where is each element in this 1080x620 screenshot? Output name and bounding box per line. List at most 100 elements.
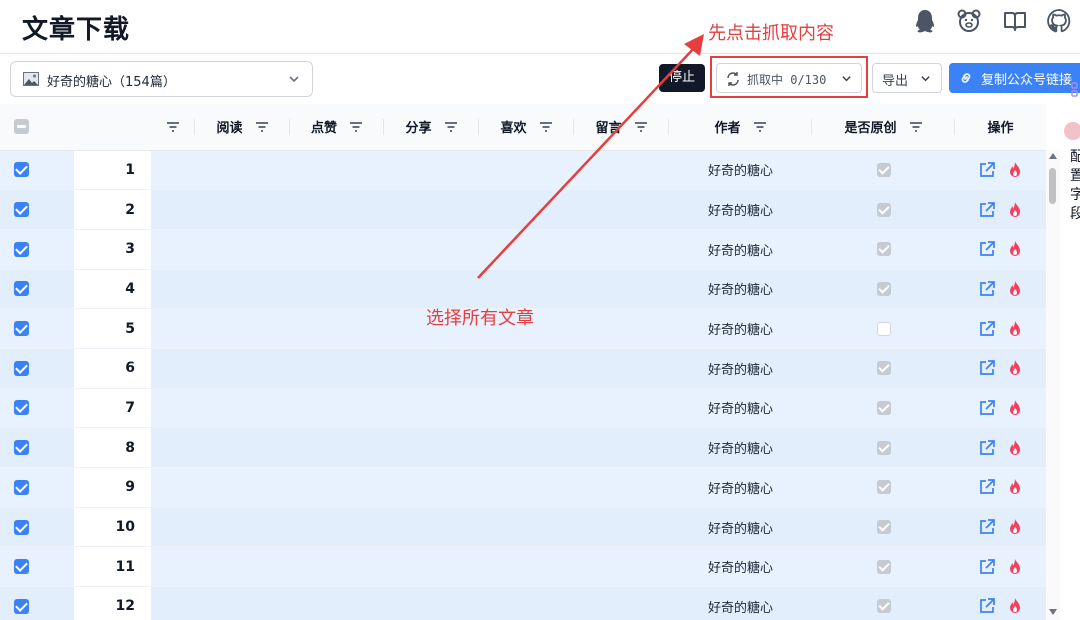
original-checkbox bbox=[876, 400, 891, 415]
comments-cell bbox=[574, 229, 669, 270]
title-cell bbox=[151, 348, 195, 389]
fire-icon[interactable] bbox=[1006, 597, 1024, 615]
account-select[interactable]: 好奇的糖心（154篇） bbox=[10, 61, 313, 97]
table-row[interactable]: 6 好奇的糖心 bbox=[0, 348, 1046, 389]
github-icon[interactable] bbox=[1046, 8, 1072, 34]
bear-icon[interactable] bbox=[956, 8, 982, 34]
external-link-icon[interactable] bbox=[978, 320, 996, 338]
external-link-icon[interactable] bbox=[978, 359, 996, 377]
external-link-icon[interactable] bbox=[978, 280, 996, 298]
table-row[interactable]: 12 好奇的糖心 bbox=[0, 586, 1046, 620]
column-header-comments: 留言 bbox=[574, 104, 669, 151]
row-select-cell bbox=[0, 388, 74, 429]
fire-icon[interactable] bbox=[1006, 478, 1024, 496]
row-checkbox[interactable] bbox=[14, 479, 29, 495]
author-cell: 好奇的糖心 bbox=[669, 388, 812, 429]
filter-icon[interactable] bbox=[753, 121, 767, 133]
filter-icon[interactable] bbox=[634, 121, 648, 133]
likes-cell bbox=[290, 269, 384, 310]
export-dropdown[interactable]: 导出 bbox=[872, 63, 942, 93]
scroll-up-arrow[interactable] bbox=[1049, 153, 1057, 159]
external-link-icon[interactable] bbox=[978, 161, 996, 179]
config-icon[interactable] bbox=[1064, 122, 1080, 140]
table-row[interactable]: 8 好奇的糖心 bbox=[0, 427, 1046, 468]
row-checkbox[interactable] bbox=[14, 321, 29, 337]
select-all-checkbox[interactable] bbox=[14, 119, 29, 135]
table-row[interactable]: 4 好奇的糖心 bbox=[0, 269, 1046, 310]
grid-icon[interactable] bbox=[1066, 82, 1080, 98]
original-cell bbox=[812, 467, 955, 508]
author-cell: 好奇的糖心 bbox=[669, 467, 812, 508]
row-checkbox[interactable] bbox=[14, 202, 29, 218]
table-row[interactable]: 11 好奇的糖心 bbox=[0, 546, 1046, 588]
table-row[interactable]: 7 好奇的糖心 bbox=[0, 388, 1046, 429]
filter-icon[interactable] bbox=[539, 121, 553, 133]
favorites-cell bbox=[479, 586, 574, 620]
row-checkbox[interactable] bbox=[14, 241, 29, 257]
external-link-icon[interactable] bbox=[978, 558, 996, 576]
scroll-thumb[interactable] bbox=[1049, 168, 1056, 204]
fire-icon[interactable] bbox=[1006, 320, 1024, 338]
author-cell: 好奇的糖心 bbox=[669, 546, 812, 588]
fire-icon[interactable] bbox=[1006, 399, 1024, 417]
fire-icon[interactable] bbox=[1006, 558, 1024, 576]
row-index: 6 bbox=[74, 348, 151, 389]
stop-button[interactable]: 停止 bbox=[659, 64, 705, 92]
fire-icon[interactable] bbox=[1006, 240, 1024, 258]
fire-icon[interactable] bbox=[1006, 518, 1024, 536]
fire-icon[interactable] bbox=[1006, 280, 1024, 298]
filter-icon[interactable] bbox=[444, 121, 458, 133]
row-index: 8 bbox=[74, 427, 151, 468]
fire-icon[interactable] bbox=[1006, 161, 1024, 179]
reads-cell bbox=[195, 586, 290, 620]
likes-cell bbox=[290, 586, 384, 620]
reads-cell bbox=[195, 388, 290, 429]
external-link-icon[interactable] bbox=[978, 597, 996, 615]
external-link-icon[interactable] bbox=[978, 439, 996, 457]
table-row[interactable]: 2 好奇的糖心 bbox=[0, 189, 1046, 230]
likes-cell bbox=[290, 308, 384, 349]
vertical-scrollbar[interactable] bbox=[1046, 150, 1060, 620]
row-checkbox[interactable] bbox=[14, 559, 29, 575]
row-select-cell bbox=[0, 269, 74, 310]
table-row[interactable]: 3 好奇的糖心 bbox=[0, 229, 1046, 270]
row-checkbox[interactable] bbox=[14, 162, 29, 178]
filter-icon[interactable] bbox=[349, 121, 363, 133]
export-label: 导出 bbox=[882, 74, 909, 89]
external-link-icon[interactable] bbox=[978, 478, 996, 496]
fire-icon[interactable] bbox=[1006, 359, 1024, 377]
actions-cell bbox=[955, 348, 1046, 389]
select-all-header bbox=[0, 104, 74, 151]
filter-icon[interactable] bbox=[166, 121, 180, 133]
row-checkbox[interactable] bbox=[14, 519, 29, 535]
actions-cell bbox=[955, 586, 1046, 620]
title-cell bbox=[151, 427, 195, 468]
table-body: 1 好奇的糖心 2 好奇的糖心 3 好奇的糖心 4 好奇的糖心 5 好奇的糖心 6 好奇的糖心 7 好奇的… bbox=[0, 150, 1046, 620]
external-link-icon[interactable] bbox=[978, 399, 996, 417]
row-checkbox[interactable] bbox=[14, 400, 29, 416]
external-link-icon[interactable] bbox=[978, 240, 996, 258]
fire-icon[interactable] bbox=[1006, 201, 1024, 219]
config-side-panel[interactable]: 配置字段 bbox=[1060, 104, 1080, 620]
fire-icon[interactable] bbox=[1006, 439, 1024, 457]
table-row[interactable]: 10 好奇的糖心 bbox=[0, 507, 1046, 548]
row-checkbox[interactable] bbox=[14, 360, 29, 376]
row-checkbox[interactable] bbox=[14, 281, 29, 297]
row-checkbox[interactable] bbox=[14, 440, 29, 456]
filter-icon[interactable] bbox=[255, 121, 269, 133]
column-label: 留言 bbox=[595, 121, 622, 137]
external-link-icon[interactable] bbox=[978, 201, 996, 219]
likes-cell bbox=[290, 189, 384, 230]
external-link-icon[interactable] bbox=[978, 518, 996, 536]
original-cell bbox=[812, 269, 955, 310]
table-row[interactable]: 1 好奇的糖心 bbox=[0, 150, 1046, 191]
table-row[interactable]: 9 好奇的糖心 bbox=[0, 467, 1046, 508]
filter-icon[interactable] bbox=[909, 121, 923, 133]
copy-account-link-button[interactable]: 复制公众号链接 bbox=[949, 63, 1080, 93]
row-index: 1 bbox=[74, 150, 151, 191]
scroll-down-arrow[interactable] bbox=[1049, 609, 1057, 615]
book-icon[interactable] bbox=[1002, 8, 1028, 34]
row-select-cell bbox=[0, 348, 74, 389]
row-checkbox[interactable] bbox=[14, 598, 29, 614]
qq-icon[interactable] bbox=[912, 8, 938, 34]
